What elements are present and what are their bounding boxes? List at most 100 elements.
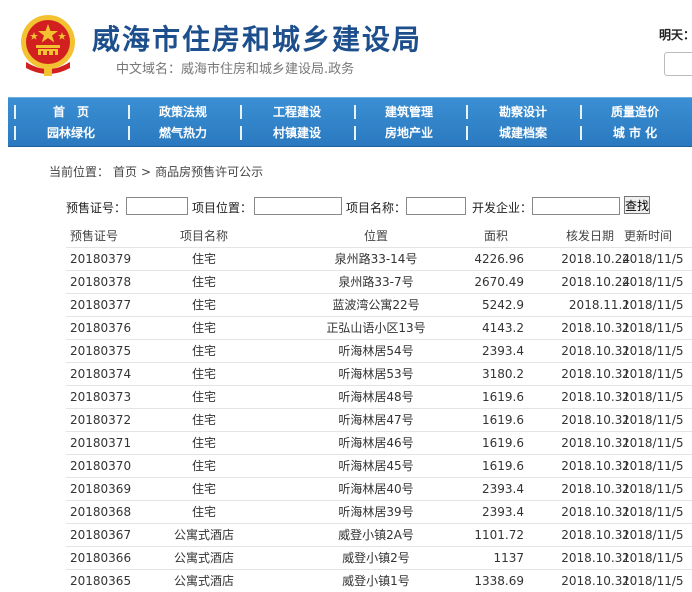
cell-location: 听海林居54号 (338, 344, 414, 358)
cell-issue-date: 2018.10.31 (561, 528, 630, 542)
cell-area: 4226.96 (474, 252, 524, 266)
cell-area: 2393.4 (482, 344, 524, 358)
cell-location: 听海林居53号 (338, 367, 414, 381)
cell-location: 威登小镇2A号 (338, 528, 414, 542)
table-row[interactable]: 20180370 住宅 听海林居45号 1619.6 2018.10.31 2018/11… (66, 454, 692, 477)
cell-project-name: 住宅 (191, 275, 216, 289)
presale-number-label: 预售证号： (66, 201, 127, 215)
project-location-label: 项目位置： (192, 201, 253, 215)
project-name-input[interactable] (406, 197, 466, 215)
nav-row-2: 园林绿化 燃气热力 村镇建设 房地产业 城建档案 城 市 化 (8, 122, 692, 144)
cell-update-time: 2018/11/5 (622, 298, 684, 312)
cell-project-name: 住宅 (191, 459, 216, 473)
breadcrumb-home-link[interactable]: 首页 (113, 165, 137, 179)
cell-location: 威登小镇2号 (342, 551, 410, 565)
cell-presale-number: 20180365 (70, 574, 132, 588)
cell-update-time: 2018/11/5 (622, 436, 684, 450)
nav-item-home[interactable]: 首 页 (24, 101, 118, 123)
table-row[interactable]: 20180378 住宅 泉州路33-7号 2670.49 2018.10.24 2018/… (66, 270, 692, 293)
nav-item-building-mgmt[interactable]: 建筑管理 (362, 101, 456, 123)
table-header: 预售证号 项目名称 位置 面积 核发日期 更新时间 (66, 225, 692, 247)
cell-presale-number: 20180366 (70, 551, 132, 565)
table-row[interactable]: 20180379 住宅 泉州路33-14号 4226.96 2018.10.24 2018… (66, 247, 692, 270)
cell-update-time: 2018/11/5 (622, 505, 684, 519)
project-location-input[interactable] (254, 197, 342, 215)
cell-update-time: 2018/11/5 (622, 390, 684, 404)
table-row[interactable]: 20180372 住宅 听海林居47号 1619.6 2018.10.31 2018/11… (66, 408, 692, 431)
header-presale-number: 预售证号 (70, 229, 119, 243)
table-row[interactable]: 20180366 公寓式酒店 威登小镇2号 1137 2018.10.31 2018/11… (66, 546, 692, 569)
cell-location: 听海林居45号 (338, 459, 414, 473)
cell-presale-number: 20180369 (70, 482, 132, 496)
cell-update-time: 2018/11/5 (622, 459, 684, 473)
table-row[interactable]: 20180371 住宅 听海林居46号 1619.6 2018.10.31 2018/11… (66, 431, 692, 454)
cell-location: 威登小镇1号 (342, 574, 410, 588)
table-row[interactable]: 20180377 住宅 蓝波湾公寓22号 5242.9 2018.11.1 2018/11… (66, 293, 692, 316)
nav-item-urbanization[interactable]: 城 市 化 (588, 122, 682, 144)
table-row[interactable]: 20180367 公寓式酒店 威登小镇2A号 1101.72 2018.10.31 201… (66, 523, 692, 546)
table-row[interactable]: 20180376 住宅 正弘山语小区13号 4143.2 2018.10.31 2018/… (66, 316, 692, 339)
cell-project-name: 住宅 (191, 482, 216, 496)
nav-divider (354, 105, 356, 119)
cell-presale-number: 20180370 (70, 459, 132, 473)
developer-input[interactable] (532, 197, 620, 215)
cell-project-name: 住宅 (191, 298, 216, 312)
cell-location: 听海林居46号 (338, 436, 414, 450)
nav-item-construction[interactable]: 工程建设 (250, 101, 344, 123)
nav-divider (466, 126, 468, 140)
nav-divider (466, 105, 468, 119)
cell-area: 3180.2 (482, 367, 524, 381)
cell-issue-date: 2018.10.31 (561, 321, 630, 335)
cell-update-time: 2018/11/5 (622, 413, 684, 427)
cell-update-time: 2018/11/5 (622, 482, 684, 496)
presale-number-input[interactable] (126, 197, 188, 215)
cell-location: 蓝波湾公寓22号 (332, 298, 420, 312)
table-row[interactable]: 20180365 公寓式酒店 威登小镇1号 1338.69 2018.10.31 2018… (66, 569, 692, 592)
cell-issue-date: 2018.10.31 (561, 482, 630, 496)
nav-item-landscaping[interactable]: 园林绿化 (24, 122, 118, 144)
table-row[interactable]: 20180369 住宅 听海林居40号 2393.4 2018.10.31 2018/11… (66, 477, 692, 500)
cell-presale-number: 20180368 (70, 505, 132, 519)
table-row[interactable]: 20180373 住宅 听海林居48号 1619.6 2018.10.31 2018/11… (66, 385, 692, 408)
main-nav: 首 页 政策法规 工程建设 建筑管理 勘察设计 质量造价 园林绿化 燃气热力 村… (8, 97, 692, 147)
cell-area: 1619.6 (482, 390, 524, 404)
nav-item-real-estate[interactable]: 房地产业 (362, 122, 456, 144)
nav-item-policy[interactable]: 政策法规 (136, 101, 230, 123)
search-button[interactable]: 查找 (624, 196, 650, 214)
site-header: 威海市住房和城乡建设局 中文域名：威海市住房和城乡建设局.政务 明天： (0, 0, 692, 96)
nav-divider (354, 126, 356, 140)
nav-item-village-construction[interactable]: 村镇建设 (250, 122, 344, 144)
nav-item-quality-cost[interactable]: 质量造价 (588, 101, 682, 123)
nav-row-1: 首 页 政策法规 工程建设 建筑管理 勘察设计 质量造价 (8, 101, 692, 123)
cell-update-time: 2018/11/5 (622, 252, 684, 266)
presale-permit-table: 预售证号 项目名称 位置 面积 核发日期 更新时间 20180379 住宅 泉州路3… (66, 225, 692, 592)
nav-divider (128, 126, 130, 140)
cell-presale-number: 20180367 (70, 528, 132, 542)
table-row[interactable]: 20180368 住宅 听海林居39号 2393.4 2018.10.31 2018/11… (66, 500, 692, 523)
cell-area: 2393.4 (482, 482, 524, 496)
table-row[interactable]: 20180375 住宅 听海林居54号 2393.4 2018.10.31 2018/11… (66, 339, 692, 362)
cell-presale-number: 20180375 (70, 344, 132, 358)
cell-location: 听海林居48号 (338, 390, 414, 404)
cell-location: 泉州路33-7号 (338, 275, 414, 289)
cell-project-name: 住宅 (191, 390, 216, 404)
project-name-label: 项目名称： (346, 201, 407, 215)
table-body: 20180379 住宅 泉州路33-14号 4226.96 2018.10.24 2018… (66, 247, 692, 592)
cell-presale-number: 20180377 (70, 298, 132, 312)
nav-item-archives[interactable]: 城建档案 (476, 122, 570, 144)
header-project-name: 项目名称 (179, 229, 228, 243)
nav-divider (580, 126, 582, 140)
search-form: 预售证号： 项目位置： 项目名称： 开发企业： 查找 (66, 196, 692, 218)
cell-issue-date: 2018.10.24 (561, 252, 630, 266)
site-title: 威海市住房和城乡建设局 (92, 23, 423, 56)
table-row[interactable]: 20180374 住宅 听海林居53号 3180.2 2018.10.31 2018/11… (66, 362, 692, 385)
cell-issue-date: 2018.10.24 (561, 275, 630, 289)
cell-area: 1619.6 (482, 436, 524, 450)
cell-area: 2670.49 (474, 275, 524, 289)
cell-issue-date: 2018.10.31 (561, 344, 630, 358)
cell-presale-number: 20180378 (70, 275, 132, 289)
cell-update-time: 2018/11/5 (622, 551, 684, 565)
nav-item-survey-design[interactable]: 勘察设计 (476, 101, 570, 123)
nav-item-gas-heating[interactable]: 燃气热力 (136, 122, 230, 144)
cell-area: 4143.2 (482, 321, 524, 335)
